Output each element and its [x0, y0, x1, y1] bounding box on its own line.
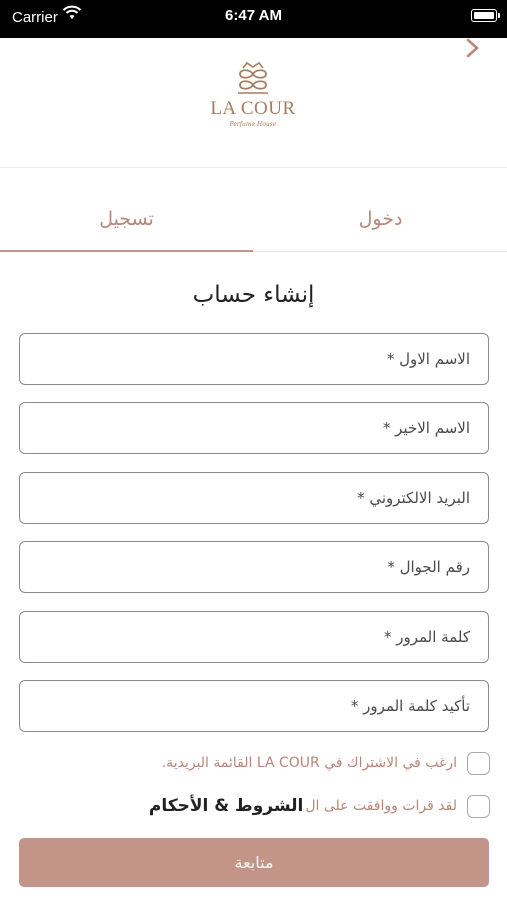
newsletter-checkbox[interactable] — [467, 751, 490, 775]
clock: 6:47 AM — [225, 7, 282, 24]
last-name-field[interactable]: الاسم الاخير * — [19, 402, 489, 454]
terms-checkbox[interactable] — [467, 794, 490, 818]
terms-row: لقد قرات ووافقت على ال الشروط & الأحكام — [149, 794, 490, 818]
tab-register[interactable]: تسجيل — [0, 168, 253, 252]
page-title: إنشاء حساب — [192, 282, 315, 308]
password-field[interactable]: كلمة المرور * — [19, 611, 489, 663]
newsletter-label: ارغب في الاشتراك في LA COUR القائمة البر… — [161, 755, 457, 771]
email-field[interactable]: البريد الالكتروني * — [19, 472, 489, 524]
crown-logo-icon — [238, 61, 268, 94]
phone-field[interactable]: رقم الجوال * — [19, 541, 489, 593]
brand-tagline: Perfume House — [229, 121, 277, 128]
confirm-password-field[interactable]: تأكيد كلمة المرور * — [19, 680, 489, 732]
newsletter-row: ارغب في الاشتراك في LA COUR القائمة البر… — [162, 751, 490, 775]
chevron-right-icon[interactable] — [463, 38, 483, 58]
terms-label: لقد قرات ووافقت على ال — [305, 798, 457, 814]
auth-tabs: تسجيل دخول — [0, 168, 507, 252]
battery-icon — [471, 9, 500, 22]
first-name-field[interactable]: الاسم الاول * — [19, 333, 489, 385]
brand-logo: LA COUR Perfume House — [203, 60, 303, 128]
brand-name: LA COUR — [210, 98, 296, 119]
continue-button[interactable]: متابعة — [19, 838, 489, 887]
header: LA COUR Perfume House — [0, 38, 507, 168]
tab-login[interactable]: دخول — [254, 168, 507, 252]
status-bar: Carrier 6:47 AM — [0, 0, 507, 38]
terms-link[interactable]: الشروط & الأحكام — [149, 796, 303, 816]
